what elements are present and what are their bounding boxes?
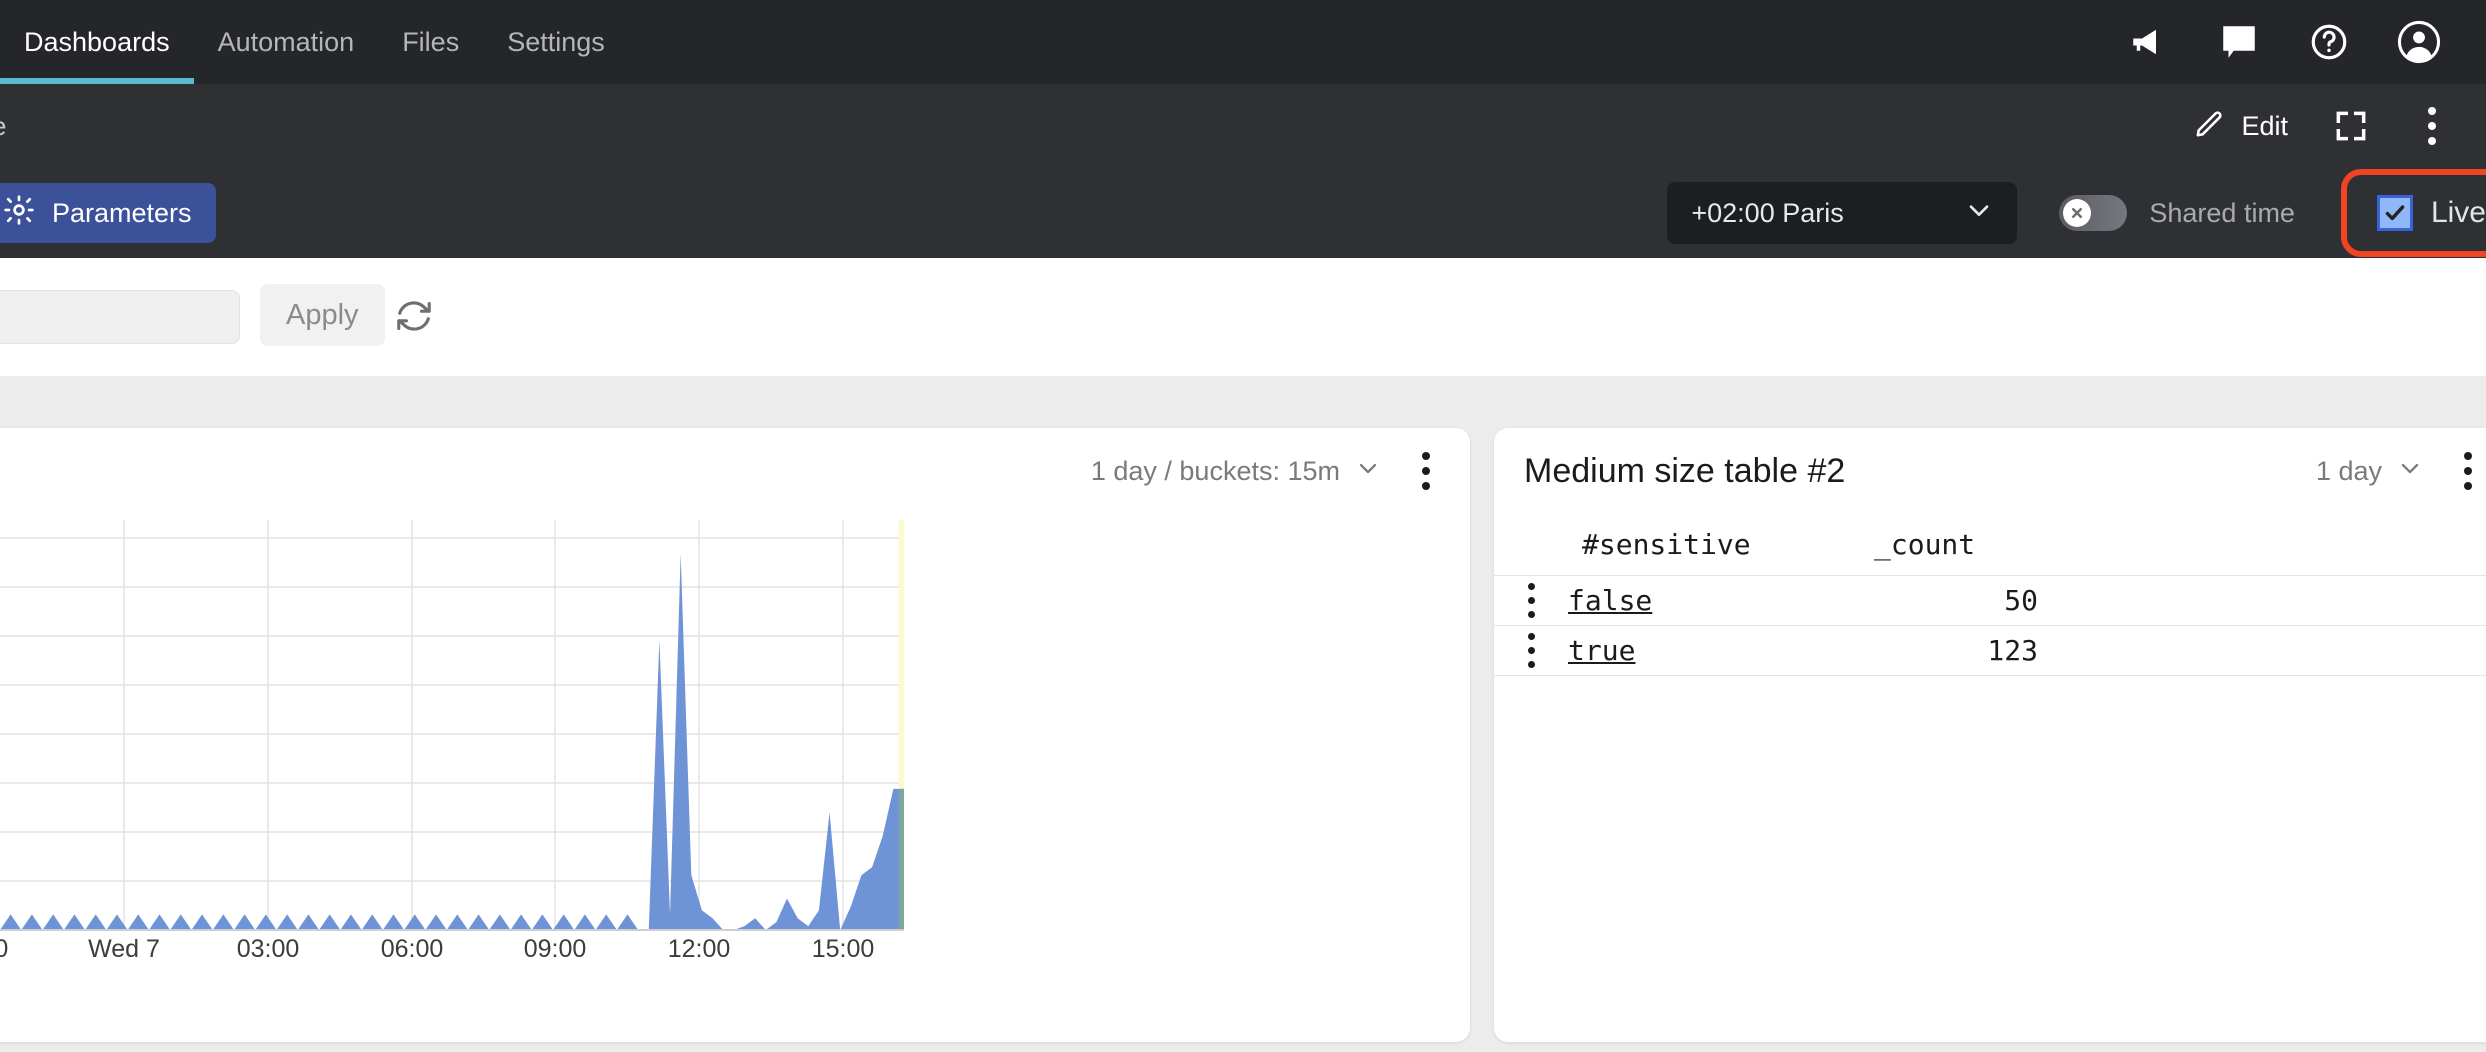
chart-x-axis: 1:00 Wed 7 03:00 06:00 09:00 12:00 15:00	[0, 935, 1470, 981]
table-more-menu-icon[interactable]	[2450, 449, 2486, 493]
toggle-knob	[2063, 199, 2091, 227]
x-axis-tick-label: 03:00	[237, 935, 300, 964]
shared-time-label: Shared time	[2149, 198, 2295, 229]
chart-range-label: 1 day / buckets: 15m	[1091, 456, 1340, 487]
chevron-down-icon	[1963, 194, 1995, 233]
refresh-icon[interactable]	[392, 294, 436, 338]
x-axis-tick-label: 09:00	[524, 935, 587, 964]
live-checkbox[interactable]	[2377, 195, 2413, 231]
account-icon[interactable]	[2396, 19, 2442, 65]
timezone-select[interactable]: +02:00 Paris	[1667, 182, 2017, 244]
dashboard-toolbar-actions: Edit	[2193, 103, 2486, 149]
megaphone-icon[interactable]	[2126, 19, 2172, 65]
table-header-row: #sensitive _count	[1494, 514, 2486, 576]
nav-items: Dashboards Automation Files Settings	[0, 0, 629, 84]
apply-button[interactable]: Apply	[260, 284, 385, 346]
table-range-select[interactable]: 1 day	[2316, 454, 2424, 489]
chevron-down-icon	[2396, 454, 2424, 489]
parameters-button[interactable]: Parameters	[0, 183, 216, 243]
parameters-bar: Parameters +02:00 Paris Shared time	[0, 168, 2486, 258]
table-range-label: 1 day	[2316, 456, 2382, 487]
x-axis-tick-label: 15:00	[812, 935, 875, 964]
parameters-button-label: Parameters	[52, 198, 192, 229]
cell-sensitive: false	[1568, 584, 1808, 617]
x-axis-tick-label: 12:00	[668, 935, 731, 964]
table-panel-actions: 1 day	[2316, 449, 2486, 493]
help-icon[interactable]	[2306, 19, 2352, 65]
nav-item-files[interactable]: Files	[378, 0, 483, 84]
table-row[interactable]: true 123	[1494, 626, 2486, 676]
dashboard-toolbar: e Edit	[0, 84, 2486, 168]
nav-item-label: Files	[402, 27, 459, 58]
chart-more-menu-icon[interactable]	[1408, 449, 1444, 493]
nav-item-settings[interactable]: Settings	[483, 0, 629, 84]
x-axis-tick-label: 1:00	[0, 935, 8, 964]
edit-button[interactable]: Edit	[2193, 106, 2288, 147]
table-column-header-sensitive[interactable]: #sensitive	[1568, 528, 1808, 561]
row-menu-icon[interactable]	[1494, 579, 1568, 623]
cell-count: 50	[1808, 584, 2038, 617]
table-column-header-count[interactable]: _count	[1808, 528, 2038, 561]
parameter-apply-row: Apply	[0, 258, 2486, 376]
chart-panel-header: 1 day / buckets: 15m	[0, 428, 1470, 514]
edit-button-label: Edit	[2241, 111, 2288, 142]
nav-right-icons	[2126, 19, 2486, 65]
parameter-input[interactable]	[0, 290, 240, 344]
x-axis-tick-label: 06:00	[381, 935, 444, 964]
live-control: Live	[2341, 179, 2486, 247]
apply-button-label: Apply	[286, 299, 359, 332]
activity-area-chart	[0, 520, 1470, 940]
chart-panel-actions: 1 day / buckets: 15m	[1091, 449, 1444, 493]
nav-item-automation[interactable]: Automation	[194, 0, 379, 84]
parameters-bar-right: +02:00 Paris Shared time	[1667, 179, 2486, 247]
fullscreen-icon[interactable]	[2328, 103, 2374, 149]
nav-item-dashboards[interactable]: Dashboards	[0, 0, 194, 84]
table-panel-title: Medium size table #2	[1524, 452, 1845, 491]
nav-item-label: Automation	[218, 27, 355, 58]
gear-icon	[2, 193, 36, 234]
table-row[interactable]: false 50	[1494, 576, 2486, 626]
shared-time-toggle[interactable]	[2059, 195, 2127, 231]
row-menu-icon[interactable]	[1494, 629, 1568, 673]
live-label: Live	[2431, 196, 2486, 230]
chart-range-select[interactable]: 1 day / buckets: 15m	[1091, 454, 1382, 489]
feedback-icon[interactable]	[2216, 19, 2262, 65]
shared-time-control: Shared time	[2059, 195, 2295, 231]
cell-sensitive: true	[1568, 634, 1808, 667]
nav-item-label: Dashboards	[24, 27, 170, 58]
breadcrumb: e	[0, 111, 6, 142]
dashboard-more-menu-icon[interactable]	[2414, 103, 2450, 149]
nav-item-label: Settings	[507, 27, 605, 58]
x-axis-tick-label: Wed 7	[88, 935, 160, 964]
results-table: #sensitive _count false 50 true 123	[1494, 514, 2486, 676]
cell-sensitive-link[interactable]: true	[1568, 634, 1635, 667]
pencil-icon	[2193, 106, 2227, 147]
cell-count: 123	[1808, 634, 2038, 667]
table-panel-header: Medium size table #2 1 day	[1494, 428, 2486, 514]
timezone-value: +02:00 Paris	[1691, 198, 1843, 229]
chevron-down-icon	[1354, 454, 1382, 489]
cell-sensitive-link[interactable]: false	[1568, 584, 1652, 617]
top-navigation-bar: Dashboards Automation Files Settings	[0, 0, 2486, 84]
